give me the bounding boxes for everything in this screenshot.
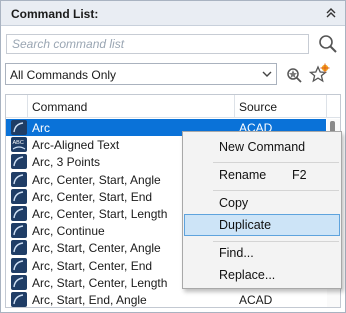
chevron-down-icon[interactable] — [260, 67, 274, 81]
menu-separator — [213, 162, 339, 163]
command-name: Arc, Start, End, Angle — [32, 292, 147, 307]
command-name: Arc, 3 Points — [32, 155, 101, 170]
menu-separator — [213, 190, 339, 191]
command-name: Arc, Center, Start, End — [32, 189, 153, 204]
search-input-box[interactable] — [6, 34, 309, 54]
double-chevron-up-icon[interactable] — [323, 5, 339, 21]
command-list-panel: Command List: All Commands Only — [0, 0, 346, 313]
search-icon[interactable] — [317, 33, 339, 55]
list-item[interactable]: Arc, Start, End, Angle ACAD — [6, 291, 326, 307]
find-command-icon[interactable] — [284, 63, 306, 85]
menu-item-shortcut: F2 — [292, 168, 307, 182]
command-name: Arc — [32, 121, 50, 135]
command-filter-dropdown[interactable]: All Commands Only — [5, 63, 277, 85]
command-name: Arc, Center, Start, Length — [32, 206, 168, 221]
panel-title: Command List: — [11, 7, 99, 21]
menu-item-label: Replace... — [219, 268, 276, 282]
context-menu: New Command Rename F2 Copy Duplicate Fin… — [182, 131, 342, 289]
menu-item-replace[interactable]: Replace... — [184, 264, 340, 286]
column-divider[interactable] — [326, 95, 327, 118]
arc-icon — [11, 274, 27, 290]
menu-item-copy[interactable]: Copy — [184, 192, 340, 214]
menu-item-label: Copy — [219, 196, 249, 210]
arc-icon — [11, 171, 27, 187]
arc-icon — [11, 223, 27, 239]
arc-icon — [11, 188, 27, 204]
command-name: Arc-Aligned Text — [32, 138, 120, 153]
arc-icon — [11, 291, 27, 307]
command-name: Arc, Start, Center, Length — [32, 275, 168, 290]
command-name: Arc, Continue — [32, 224, 105, 239]
arc-icon — [11, 257, 27, 273]
column-header-command[interactable]: Command — [32, 100, 87, 114]
menu-item-find[interactable]: Find... — [184, 242, 340, 264]
column-divider[interactable] — [27, 95, 28, 118]
filter-selected-value: All Commands Only — [10, 68, 117, 82]
new-command-star-icon[interactable] — [307, 62, 331, 86]
command-name: Arc, Start, Center, End — [32, 258, 153, 273]
command-source: ACAD — [239, 292, 273, 307]
panel-title-bar: Command List: — [1, 1, 345, 26]
arc-aligned-text-icon: ABC — [11, 137, 27, 153]
arc-icon — [11, 205, 27, 221]
arc-icon — [11, 120, 27, 135]
command-name: Arc, Start, Center, Angle — [32, 241, 161, 256]
arc-icon — [11, 154, 27, 170]
list-header: Command Source — [6, 95, 340, 118]
menu-item-label: Rename — [219, 168, 267, 182]
menu-item-rename[interactable]: Rename F2 — [184, 164, 340, 186]
menu-item-label: New Command — [219, 140, 306, 154]
arc-icon — [11, 240, 27, 256]
menu-item-label: Duplicate — [219, 218, 272, 232]
menu-item-duplicate[interactable]: Duplicate — [184, 214, 340, 236]
column-divider[interactable] — [234, 95, 235, 118]
menu-item-new-command[interactable]: New Command — [184, 136, 340, 158]
menu-item-label: Find... — [219, 246, 254, 260]
column-header-source[interactable]: Source — [239, 100, 277, 114]
command-name: Arc, Center, Start, Angle — [32, 172, 161, 187]
svg-text:ABC: ABC — [13, 140, 24, 146]
search-input[interactable] — [7, 35, 308, 53]
